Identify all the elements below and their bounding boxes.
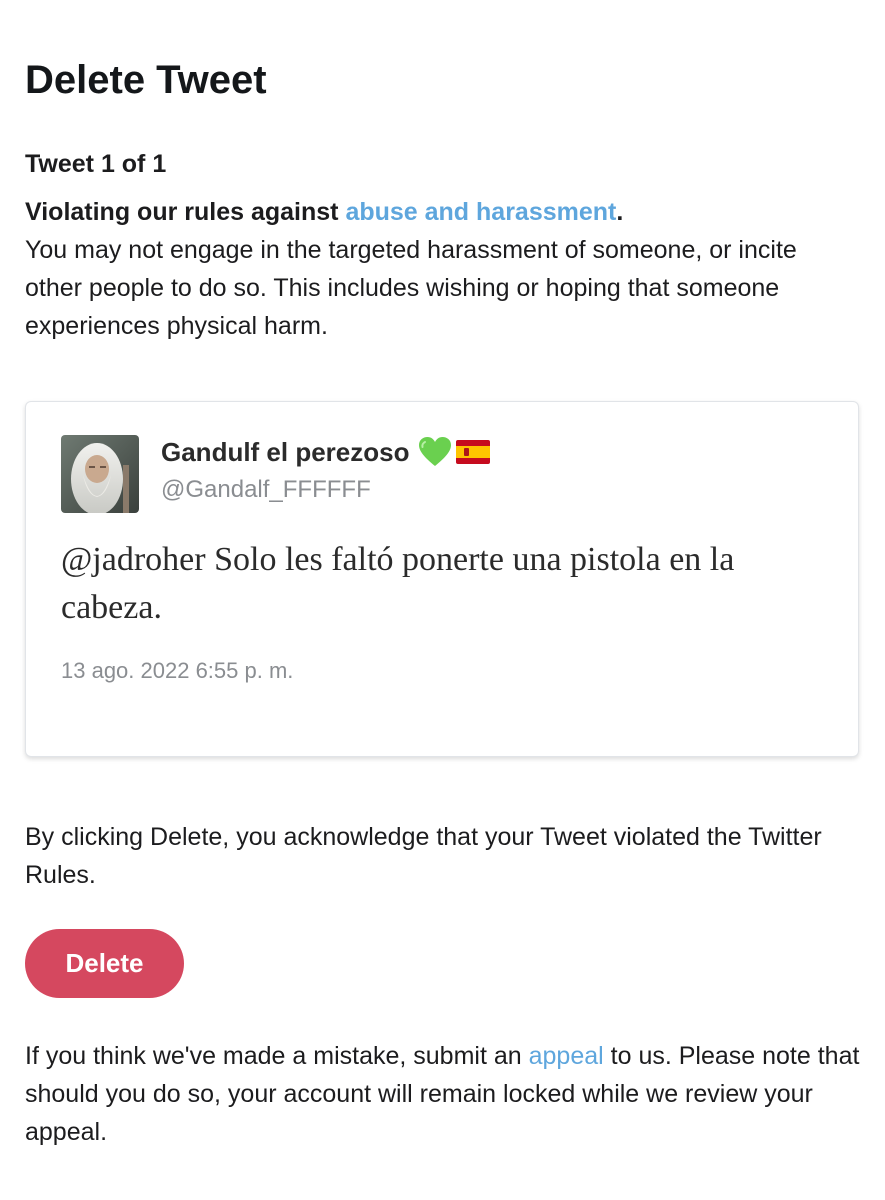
delete-button[interactable]: Delete xyxy=(25,929,184,998)
rule-description: You may not engage in the targeted haras… xyxy=(25,236,797,340)
display-name: Gandulf el perezoso xyxy=(161,436,490,468)
appeal-note: If you think we've made a mistake, submi… xyxy=(25,1037,860,1151)
acknowledgement-text: By clicking Delete, you acknowledge that… xyxy=(25,823,822,889)
display-name-text: Gandulf el perezoso xyxy=(161,437,410,467)
rule-violation-block: Violating our rules against abuse and ha… xyxy=(25,193,860,345)
green-heart-icon xyxy=(418,436,452,468)
tweet-text: @jadroher Solo les faltó ponerte una pis… xyxy=(61,541,735,626)
spain-flag-icon xyxy=(455,440,490,464)
tweet-count: Tweet 1 of 1 xyxy=(25,150,167,178)
appeal-link[interactable]: appeal xyxy=(529,1042,604,1070)
rule-heading-prefix: Violating our rules against xyxy=(25,198,346,226)
abuse-harassment-link[interactable]: abuse and harassment xyxy=(345,198,616,226)
page-title: Delete Tweet xyxy=(25,58,267,102)
appeal-prefix: If you think we've made a mistake, submi… xyxy=(25,1042,529,1070)
tweet-timestamp: 13 ago. 2022 6:55 p. m. xyxy=(61,658,294,683)
user-handle: @Gandalf_FFFFFF xyxy=(161,476,371,503)
rule-heading-suffix: . xyxy=(616,198,624,226)
rule-heading: Violating our rules against abuse and ha… xyxy=(25,198,623,226)
avatar xyxy=(61,435,139,513)
tweet-card: Gandulf el perezoso @Gandalf_FFFFFF @jad… xyxy=(25,401,859,757)
